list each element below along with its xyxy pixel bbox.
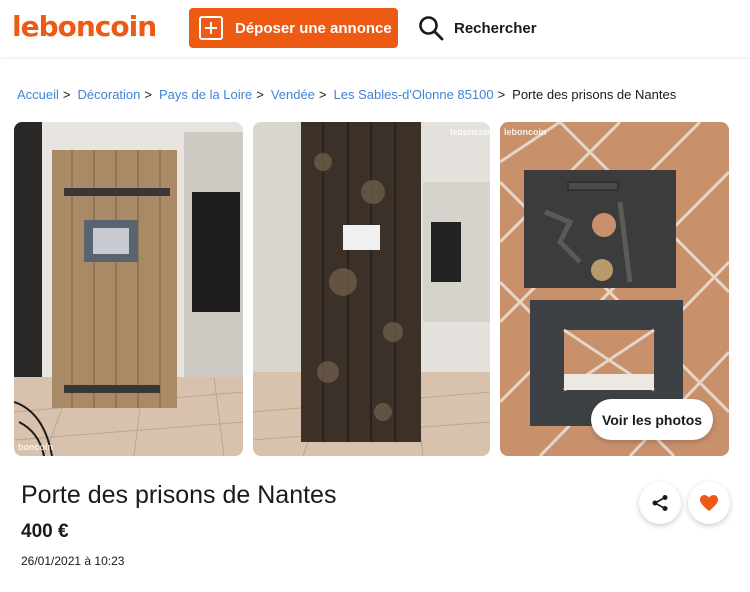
watermark: boncoin — [18, 442, 53, 452]
search-label: Rechercher — [454, 19, 537, 37]
breadcrumb-item-decoration[interactable]: Décoration — [78, 87, 141, 102]
leboncoin-logo[interactable]: leboncoin — [12, 10, 157, 43]
breadcrumb-separator: > — [144, 87, 152, 102]
listing-date: 26/01/2021 à 10:23 — [21, 554, 125, 568]
watermark: leboncoin — [450, 127, 490, 137]
post-ad-label: Déposer une annonce — [235, 19, 392, 37]
share-button[interactable] — [639, 482, 681, 524]
breadcrumb-separator: > — [318, 87, 327, 102]
breadcrumb-separator: > — [497, 87, 506, 102]
door-photo-1: boncoin — [14, 122, 243, 456]
breadcrumb-separator: > — [256, 87, 264, 102]
breadcrumb-item-accueil[interactable]: Accueil — [17, 87, 59, 102]
search-button[interactable]: Rechercher — [418, 15, 537, 41]
photo-2[interactable]: leboncoin — [253, 122, 490, 456]
watermark: leboncoin — [504, 127, 547, 137]
photo-1[interactable]: boncoin — [14, 122, 243, 456]
breadcrumb: Accueil > Décoration > Pays de la Loire > V… — [17, 87, 676, 102]
post-ad-button[interactable]: Déposer une annonce — [189, 8, 398, 48]
door-photo-2: leboncoin — [253, 122, 490, 456]
share-icon — [652, 495, 668, 511]
breadcrumb-current: Porte des prisons de Nantes — [512, 87, 677, 102]
view-photos-button[interactable]: Voir les photos — [591, 399, 713, 440]
breadcrumb-item-department[interactable]: Vendée — [271, 87, 315, 102]
favorite-button[interactable] — [688, 482, 730, 524]
search-icon — [419, 16, 444, 41]
listing-title: Porte des prisons de Nantes — [21, 481, 337, 509]
plus-square-icon — [199, 16, 223, 40]
breadcrumb-item-region[interactable]: Pays de la Loire — [159, 87, 252, 102]
breadcrumb-item-city[interactable]: Les Sables-d'Olonne 85100 — [334, 87, 494, 102]
breadcrumb-separator: > — [62, 87, 71, 102]
header: leboncoin Déposer une annonce Rechercher — [0, 0, 750, 57]
heart-icon — [700, 495, 718, 511]
listing-price: 400 € — [21, 521, 69, 542]
